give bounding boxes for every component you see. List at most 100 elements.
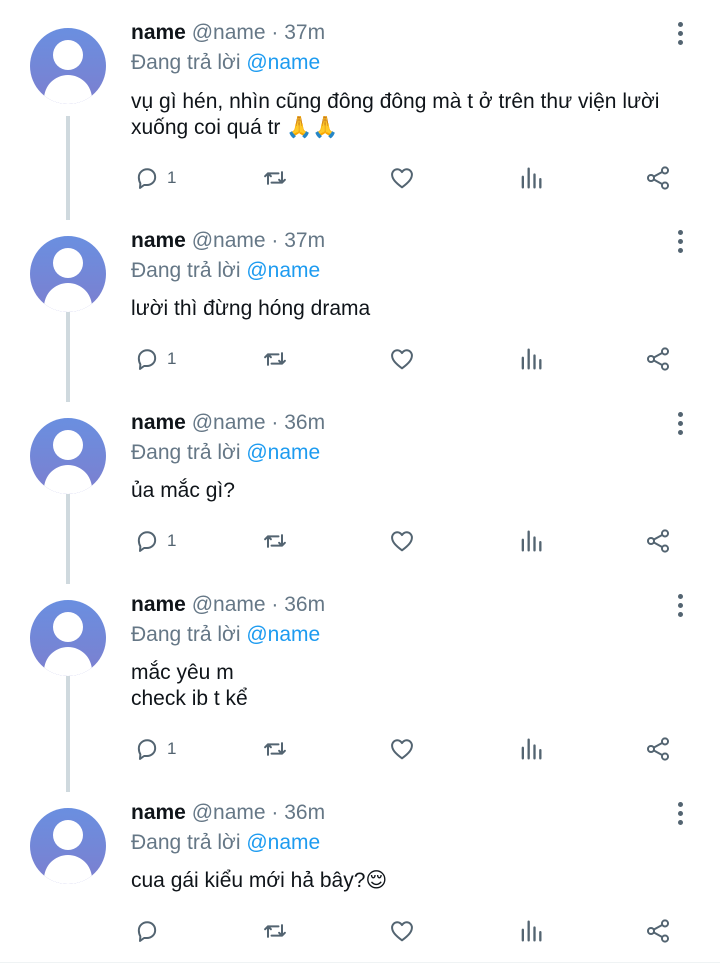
tweet-header: name @name · 36m xyxy=(131,800,325,826)
tweet-text: vụ gì hén, nhìn cũng đông đông mà t ở tr… xyxy=(131,90,660,139)
reply-count: 1 xyxy=(167,531,177,550)
reply-icon xyxy=(137,739,157,760)
replying-to: Đang trả lời @name xyxy=(131,440,320,466)
replying-to-label: Đang trả lời xyxy=(131,441,241,464)
share-button[interactable] xyxy=(644,734,672,764)
author-name[interactable]: name xyxy=(131,229,186,252)
analytics-button[interactable] xyxy=(517,916,545,946)
share-button[interactable] xyxy=(644,344,672,374)
author-name[interactable]: name xyxy=(131,593,186,616)
tweet-header: name @name · 37m xyxy=(131,20,325,46)
more-vertical-icon[interactable] xyxy=(668,800,692,828)
reply-icon xyxy=(137,531,157,552)
avatar[interactable] xyxy=(30,418,106,494)
author-handle-time: @name · 36m xyxy=(191,593,326,616)
analytics-icon xyxy=(521,530,542,552)
share-button[interactable] xyxy=(644,163,672,193)
reply-count: 1 xyxy=(167,349,177,368)
retweet-button[interactable] xyxy=(261,734,289,764)
reply-icon xyxy=(137,168,157,189)
reply-icon xyxy=(137,349,157,370)
like-button[interactable] xyxy=(388,163,416,193)
action-bar: 1 xyxy=(0,734,720,764)
mention-link[interactable]: @name xyxy=(246,831,320,854)
avatar[interactable] xyxy=(30,28,106,104)
share-icon xyxy=(646,166,670,190)
reply-button[interactable]: 1 xyxy=(133,163,176,193)
retweet-icon xyxy=(264,924,286,938)
analytics-icon xyxy=(521,920,542,942)
replying-to-label: Đang trả lời xyxy=(131,51,241,74)
retweet-icon xyxy=(264,171,286,185)
analytics-icon xyxy=(521,738,542,760)
reply-button[interactable]: 1 xyxy=(133,344,176,374)
heart-icon xyxy=(391,349,413,370)
avatar[interactable] xyxy=(30,600,106,676)
more-vertical-icon[interactable] xyxy=(668,410,692,438)
heart-icon xyxy=(391,739,413,760)
tweet[interactable]: name @name · 37m Đang trả lời @name vụ g… xyxy=(0,0,720,210)
retweet-icon xyxy=(264,534,286,548)
mention-link[interactable]: @name xyxy=(246,51,320,74)
mention-link[interactable]: @name xyxy=(246,441,320,464)
share-button[interactable] xyxy=(644,526,672,556)
replying-to: Đang trả lời @name xyxy=(131,258,320,284)
retweet-button[interactable] xyxy=(261,344,289,374)
tweet-header: name @name · 37m xyxy=(131,228,325,254)
share-icon xyxy=(646,347,670,371)
like-button[interactable] xyxy=(388,344,416,374)
mention-link[interactable]: @name xyxy=(246,623,320,646)
tweet-header: name @name · 36m xyxy=(131,592,325,618)
action-bar xyxy=(0,916,720,946)
tweet[interactable]: name @name · 36m Đang trả lời @name cua … xyxy=(0,782,720,962)
tweet[interactable]: name @name · 36m Đang trả lời @name mắc … xyxy=(0,574,720,782)
avatar[interactable] xyxy=(30,808,106,884)
like-button[interactable] xyxy=(388,734,416,764)
reply-button[interactable] xyxy=(133,916,167,946)
reply-button[interactable]: 1 xyxy=(133,734,176,764)
mention-link[interactable]: @name xyxy=(246,259,320,282)
author-name[interactable]: name xyxy=(131,411,186,434)
author-name[interactable]: name xyxy=(131,21,186,44)
tweet[interactable]: name @name · 36m Đang trả lời @name ủa m… xyxy=(0,392,720,574)
heart-icon xyxy=(391,921,413,942)
analytics-button[interactable] xyxy=(517,526,545,556)
like-button[interactable] xyxy=(388,916,416,946)
analytics-icon xyxy=(521,348,542,370)
more-vertical-icon[interactable] xyxy=(668,20,692,48)
tweet-text: mắc yêu m check ib t kể xyxy=(131,661,248,710)
action-bar: 1 xyxy=(0,344,720,374)
more-vertical-icon[interactable] xyxy=(668,228,692,256)
action-bar: 1 xyxy=(0,526,720,556)
avatar[interactable] xyxy=(30,236,106,312)
reply-button[interactable]: 1 xyxy=(133,526,176,556)
analytics-button[interactable] xyxy=(517,163,545,193)
tweet-text: lười thì đừng hóng drama xyxy=(131,297,371,320)
replying-to: Đang trả lời @name xyxy=(131,830,320,856)
replying-to-label: Đang trả lời xyxy=(131,831,241,854)
retweet-button[interactable] xyxy=(261,163,289,193)
replying-to-label: Đang trả lời xyxy=(131,259,241,282)
author-name[interactable]: name xyxy=(131,801,186,824)
share-icon xyxy=(646,737,670,761)
reply-count: 1 xyxy=(167,739,177,758)
analytics-button[interactable] xyxy=(517,344,545,374)
replying-to: Đang trả lời @name xyxy=(131,622,320,648)
reply-thread: name @name · 37m Đang trả lời @name vụ g… xyxy=(0,0,720,967)
replying-to: Đang trả lời @name xyxy=(131,50,320,76)
retweet-button[interactable] xyxy=(261,526,289,556)
share-button[interactable] xyxy=(644,916,672,946)
author-handle-time: @name · 37m xyxy=(191,21,326,44)
tweet[interactable]: name @name · 37m Đang trả lời @name lười… xyxy=(0,210,720,392)
retweet-icon xyxy=(264,352,286,366)
more-vertical-icon[interactable] xyxy=(668,592,692,620)
retweet-icon xyxy=(264,742,286,756)
reply-count: 1 xyxy=(167,168,177,187)
analytics-button[interactable] xyxy=(517,734,545,764)
author-handle-time: @name · 36m xyxy=(191,411,326,434)
author-handle-time: @name · 36m xyxy=(191,801,326,824)
share-icon xyxy=(646,529,670,553)
like-button[interactable] xyxy=(388,526,416,556)
heart-icon xyxy=(391,531,413,552)
retweet-button[interactable] xyxy=(261,916,289,946)
